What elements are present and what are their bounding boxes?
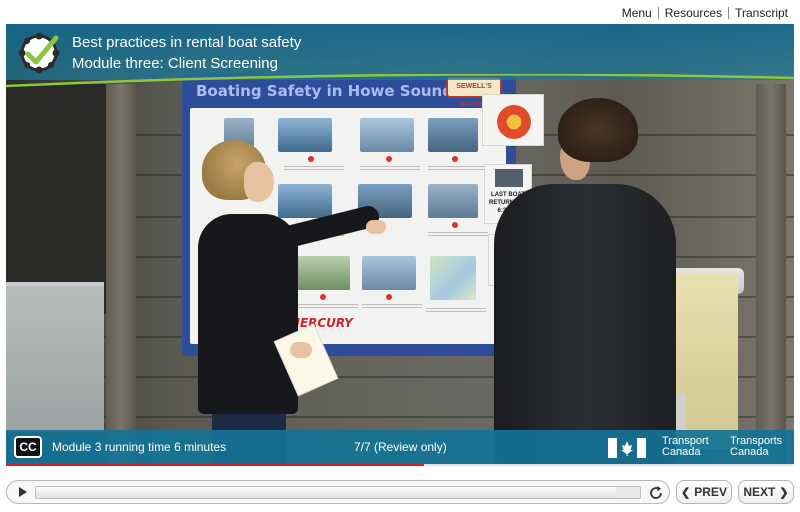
nav-divider [728, 7, 730, 19]
doorway [6, 84, 116, 314]
sign-caption [428, 232, 488, 238]
chevron-left-icon: ❮ [681, 486, 691, 499]
checkmark-badge-icon [18, 32, 60, 74]
man-jacket [494, 184, 676, 464]
sign-photo [278, 118, 332, 152]
sign-caption [298, 304, 358, 310]
sign-marker [452, 156, 458, 162]
whale-aware-sign [482, 94, 544, 146]
sign-caption [360, 166, 420, 172]
sign-photo [360, 118, 414, 152]
play-icon[interactable] [13, 484, 31, 500]
transport-canada-fr: Transports Canada [730, 436, 782, 458]
closed-captions-button[interactable]: CC [14, 436, 42, 458]
woman-hand [366, 220, 386, 234]
chevron-right-icon: ❯ [779, 486, 789, 499]
sign-caption [284, 166, 344, 172]
page-counter: 7/7 (Review only) [354, 440, 447, 454]
storage-cabinet [6, 282, 104, 432]
sign-photo [428, 118, 478, 152]
gov-fr-line2: Canada [730, 446, 769, 458]
whale-aware-emblem [497, 105, 531, 139]
page: Menu Resources Transcript Boating Safety… [0, 0, 800, 512]
nav-divider [657, 7, 659, 19]
timeline-track [6, 464, 794, 466]
sign-marker [320, 294, 326, 300]
player-info-bar: CC Module 3 running time 6 minutes 7/7 (… [6, 430, 794, 464]
sign-caption [362, 304, 422, 310]
sign-photo [278, 184, 332, 218]
top-nav: Menu Resources Transcript [622, 6, 788, 20]
transcript-link[interactable]: Transcript [735, 6, 788, 20]
next-label: NEXT [743, 485, 776, 499]
sign-photo [362, 256, 416, 290]
timeline-progress [6, 464, 424, 466]
course-header: Best practices in rental boat safety Mod… [6, 24, 794, 80]
running-time-text: Module 3 running time 6 minutes [52, 440, 227, 454]
canada-flag-icon [608, 438, 646, 458]
resources-link[interactable]: Resources [665, 6, 722, 20]
gov-en-line2: Canada [662, 446, 701, 458]
sign-marker [386, 294, 392, 300]
header-accent-line [6, 74, 794, 88]
module-title: Module three: Client Screening [72, 55, 278, 72]
prev-label: PREV [694, 485, 727, 499]
playback-controls [6, 480, 670, 504]
woman-hand [290, 342, 312, 358]
course-title: Best practices in rental boat safety [72, 34, 302, 51]
sign-caption [428, 166, 488, 172]
video-player[interactable]: Boating Safety in Howe Sound SEWELL'S MA… [6, 24, 794, 464]
sign-photo [428, 184, 478, 218]
wooden-post [756, 84, 786, 464]
wooden-post [106, 84, 136, 464]
sign-marker [452, 222, 458, 228]
boat-picture [495, 169, 523, 187]
sign-photo [296, 256, 350, 290]
next-button[interactable]: NEXT ❯ [738, 480, 794, 504]
sign-marker [386, 156, 392, 162]
prev-button[interactable]: ❮ PREV [676, 480, 732, 504]
transport-canada-en: Transport Canada [662, 436, 709, 458]
replay-icon[interactable] [647, 484, 665, 502]
woman-face [244, 162, 274, 202]
menu-link[interactable]: Menu [622, 6, 652, 20]
seek-bar[interactable] [35, 486, 641, 499]
sign-marker [308, 156, 314, 162]
sign-caption [426, 308, 486, 314]
sign-map [430, 256, 476, 300]
seek-bar-fill [36, 487, 616, 498]
man-hair [558, 98, 638, 162]
